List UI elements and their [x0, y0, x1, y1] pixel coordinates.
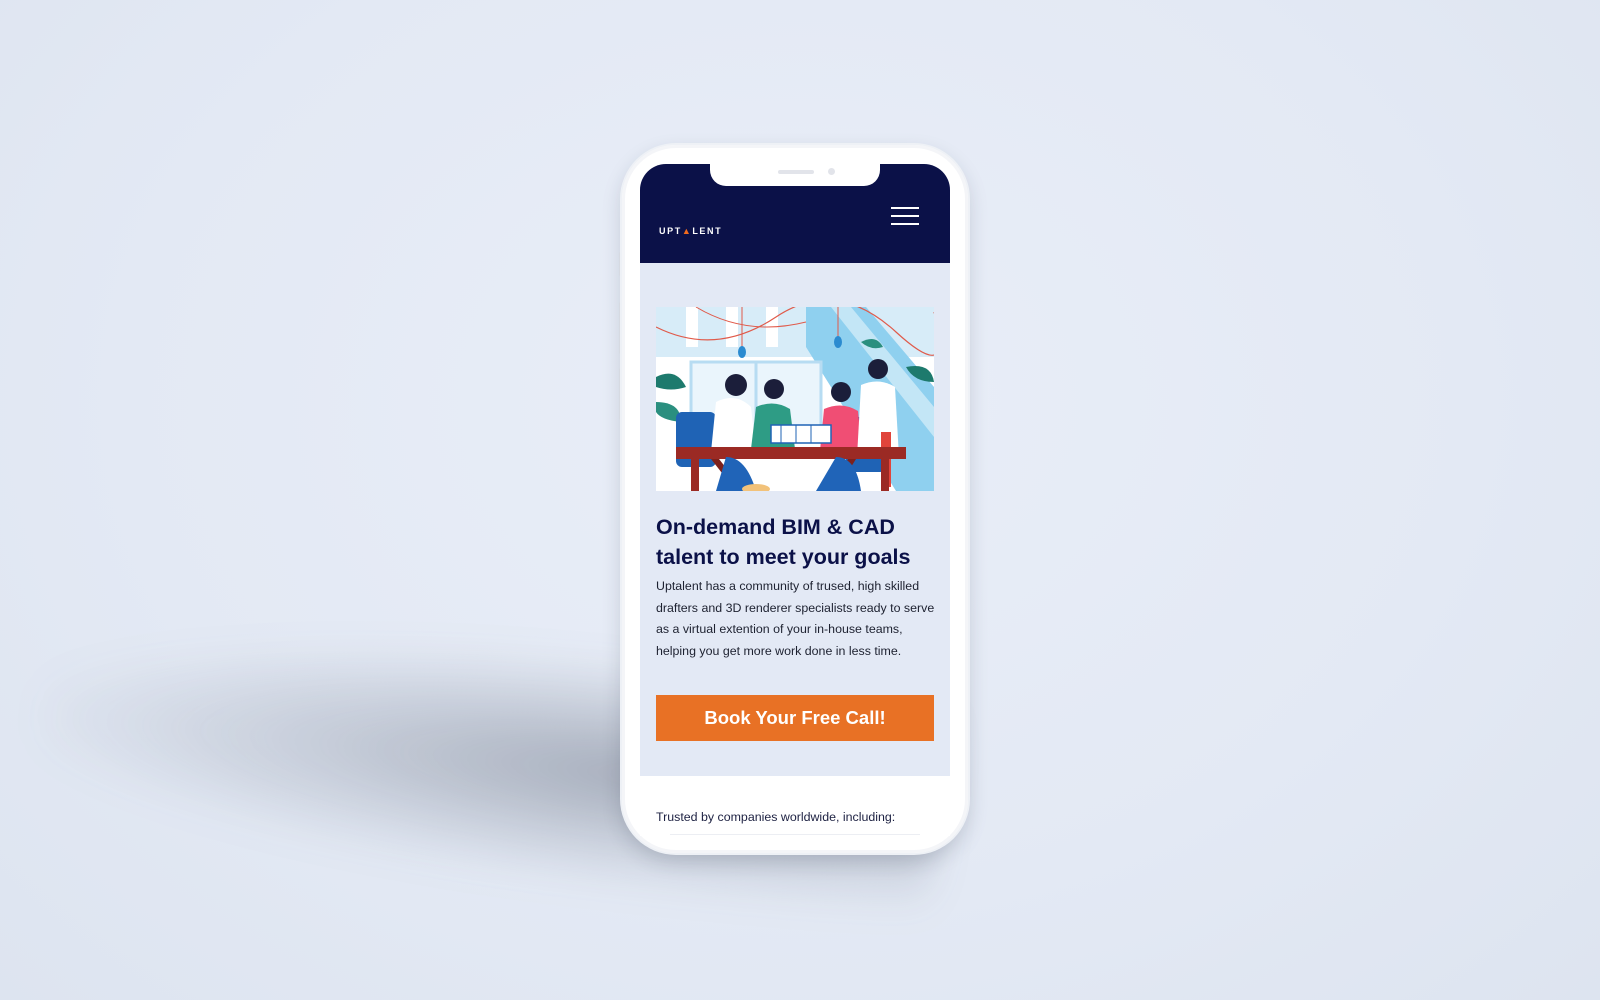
phone-notch [710, 162, 880, 186]
hamburger-menu-icon[interactable] [891, 207, 919, 225]
menu-line [891, 207, 919, 209]
menu-line [891, 223, 919, 225]
logo-text-prefix: UPT [659, 226, 682, 236]
section-divider [670, 834, 920, 835]
hero-illustration [656, 307, 934, 491]
uptalent-logo[interactable]: UPT▲LENT [659, 226, 722, 236]
trusted-section: Trusted by companies worldwide, includin… [640, 776, 950, 836]
logo-text-suffix: LENT [692, 226, 723, 236]
logo-triangle-icon: ▲ [681, 226, 693, 236]
hero-title: On-demand BIM & CAD talent to meet your … [656, 515, 911, 569]
hero-description: Uptalent has a community of trused, high… [656, 579, 935, 658]
trusted-by-label: Trusted by companies worldwide, includin… [656, 810, 896, 824]
menu-line [891, 215, 919, 217]
speaker-grille [778, 170, 814, 174]
front-camera [828, 168, 835, 175]
phone-screen: UPT▲LENT On-demand BIM & CAD talent to m… [640, 164, 950, 836]
book-free-call-button[interactable]: Book Your Free Call! [656, 695, 934, 741]
